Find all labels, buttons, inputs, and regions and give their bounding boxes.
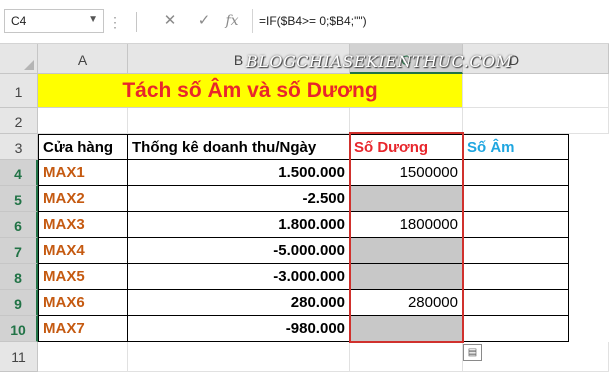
column-header-a[interactable]: A (38, 44, 128, 74)
table-row-revenue[interactable]: 280.000 (128, 290, 350, 316)
name-box-value: C4 (11, 14, 27, 28)
table-row-negative[interactable] (463, 290, 569, 316)
row-header-4[interactable]: 4 (0, 160, 38, 186)
row-header-9[interactable]: 9 (0, 290, 38, 316)
cell-d2[interactable] (463, 108, 609, 134)
quick-analysis-icon[interactable]: ▤ (463, 344, 482, 361)
table-row-store[interactable]: MAX4 (38, 238, 128, 264)
row-header-3[interactable]: 3 (0, 134, 38, 160)
formula-input[interactable]: =IF($B4>= 0;$B4;"") (252, 9, 609, 33)
table-row-negative[interactable] (463, 212, 569, 238)
cell-c11[interactable] (350, 342, 463, 372)
table-row-revenue[interactable]: 1.800.000 (128, 212, 350, 238)
row-header-7[interactable]: 7 (0, 238, 38, 264)
table-row-store[interactable]: MAX5 (38, 264, 128, 290)
table-row-revenue[interactable]: -2.500 (128, 186, 350, 212)
title-cell[interactable]: Tách số Âm và số Dương (38, 74, 463, 108)
row-header-5[interactable]: 5 (0, 186, 38, 212)
table-row-store[interactable]: MAX1 (38, 160, 128, 186)
cell-c2[interactable] (350, 108, 463, 134)
table-row-positive[interactable] (350, 186, 463, 212)
row-header-1[interactable]: 1 (0, 74, 38, 108)
row-header-10[interactable]: 10 (0, 316, 38, 342)
table-row-positive[interactable]: 1800000 (350, 212, 463, 238)
cell-d11[interactable] (463, 342, 609, 372)
name-box[interactable]: C4 ▼ (4, 9, 104, 33)
table-row-store[interactable]: MAX6 (38, 290, 128, 316)
cell-d1[interactable] (463, 74, 609, 108)
divider (136, 12, 137, 32)
fx-icon[interactable]: fx (220, 9, 244, 33)
table-row-negative[interactable] (463, 316, 569, 342)
table-row-negative[interactable] (463, 238, 569, 264)
header-positive[interactable]: Số Dương (350, 134, 463, 160)
table-row-positive[interactable]: 1500000 (350, 160, 463, 186)
cell-a11[interactable] (38, 342, 128, 372)
table-row-negative[interactable] (463, 186, 569, 212)
header-store[interactable]: Cửa hàng (38, 134, 128, 160)
table-row-negative[interactable] (463, 264, 569, 290)
spreadsheet-grid: A B C D 1 2 3 4 5 6 7 8 9 10 11 Tách số … (0, 44, 609, 372)
check-icon[interactable]: ✓ (192, 9, 216, 33)
table-row-positive[interactable]: 280000 (350, 290, 463, 316)
table-row-revenue[interactable]: -3.000.000 (128, 264, 350, 290)
x-icon[interactable]: ✕ (158, 9, 182, 33)
table-row-store[interactable]: MAX3 (38, 212, 128, 238)
chevron-down-icon[interactable]: ▼ (88, 14, 98, 25)
row-header-8[interactable]: 8 (0, 264, 38, 290)
table-row-positive[interactable] (350, 264, 463, 290)
table-row-negative[interactable] (463, 160, 569, 186)
table-row-store[interactable]: MAX7 (38, 316, 128, 342)
watermark: BLOGCHIASEKIENTHUC.COM (246, 52, 513, 71)
cell-a2[interactable] (38, 108, 128, 134)
table-row-revenue[interactable]: -5.000.000 (128, 238, 350, 264)
more-options-icon[interactable]: ⋮ (108, 8, 122, 36)
row-header-2[interactable]: 2 (0, 108, 38, 134)
table-row-positive[interactable] (350, 316, 463, 342)
select-all-corner[interactable] (0, 44, 38, 74)
row-header-11[interactable]: 11 (0, 342, 38, 372)
cell-b2[interactable] (128, 108, 350, 134)
table-row-revenue[interactable]: 1.500.000 (128, 160, 350, 186)
table-row-positive[interactable] (350, 238, 463, 264)
table-row-revenue[interactable]: -980.000 (128, 316, 350, 342)
header-revenue[interactable]: Thống kê doanh thu/Ngày (128, 134, 350, 160)
formula-bar: C4 ▼ ⋮ ✕ ✓ fx =IF($B4>= 0;$B4;"") (0, 0, 609, 44)
cell-b11[interactable] (128, 342, 350, 372)
row-header-6[interactable]: 6 (0, 212, 38, 238)
table-row-store[interactable]: MAX2 (38, 186, 128, 212)
header-negative[interactable]: Số Âm (463, 134, 569, 160)
